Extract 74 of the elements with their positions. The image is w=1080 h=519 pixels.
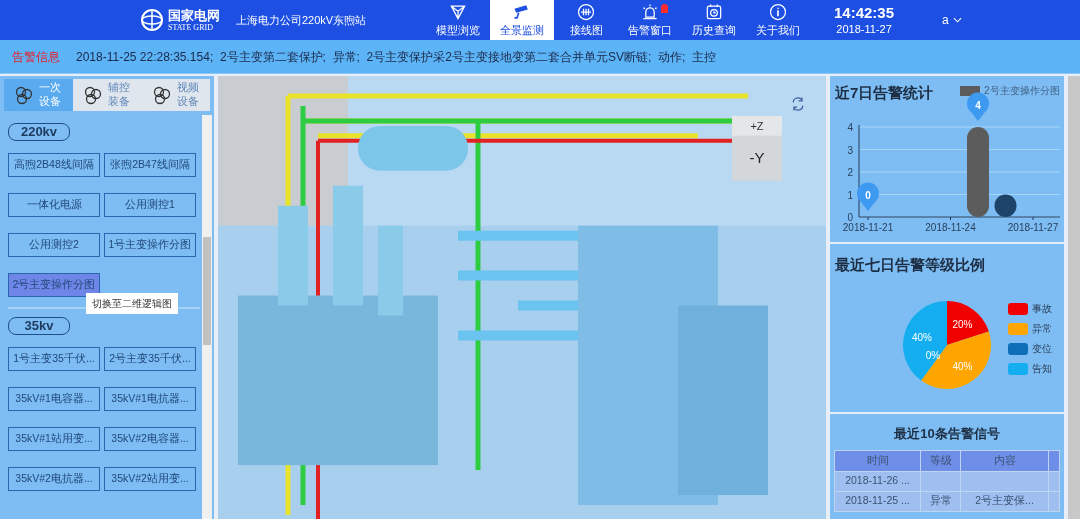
value-pin: 0 xyxy=(857,182,879,211)
table-cell: 2018-11-25 ... xyxy=(835,491,921,511)
slice-value-label: 40% xyxy=(952,361,973,373)
axis-tick-label: 2018-11-27 xyxy=(1007,222,1059,233)
annotation: 0 xyxy=(865,190,872,201)
device-button[interactable]: 1号主变35千伏... xyxy=(8,347,100,371)
legend-label: 异常 xyxy=(1032,322,1052,336)
scrollbar[interactable] xyxy=(202,115,212,519)
device-button[interactable]: 1号主变操作分图 xyxy=(104,233,196,257)
axis-tick-label: 3 xyxy=(847,144,853,156)
logo-text: 国家电网 xyxy=(168,8,220,22)
tooltip: 切换至二维逻辑图 xyxy=(86,293,178,314)
group-title: 35kv xyxy=(8,317,70,335)
nav-tab[interactable]: 全景监测 xyxy=(490,0,554,40)
nav-tab[interactable]: 历史查询 xyxy=(682,0,746,40)
chart-title: 近7日告警统计 xyxy=(835,83,934,103)
alarm-message: 2018-11-25 22:28:35.154; 2号主变第二套保护; 异常; 2号主变保护采2号主变接地变第二套合并单元SV断链; 动作; 主控 xyxy=(76,48,716,66)
device-button[interactable]: 张煦2B47线间隔 xyxy=(104,153,196,177)
alarm-label: 告警信息 xyxy=(12,48,60,66)
device-button[interactable]: 35kV#2站用变... xyxy=(104,467,196,491)
slice-value-label: 0% xyxy=(925,350,941,361)
table-cell: 异常 xyxy=(921,491,961,511)
nav-tab[interactable]: 接线图 xyxy=(554,0,618,40)
slice-value-label: 20% xyxy=(952,318,973,330)
axis-tick-label: 2018-11-24 xyxy=(925,222,976,233)
axis-tick-label: 1 xyxy=(847,189,853,201)
axis-tick-label: 2018-11-21 xyxy=(842,222,894,233)
device-button[interactable]: 35kV#2电抗器... xyxy=(8,467,100,491)
logo-subtext: STATE GRID xyxy=(168,23,214,32)
user-menu[interactable]: a xyxy=(942,11,962,29)
device-button[interactable]: 高煦2B48线间隔 xyxy=(8,153,100,177)
clock-date: 2018-11-27 xyxy=(836,22,892,37)
circles-icon xyxy=(151,85,172,105)
axis-tick-label: 0 xyxy=(847,212,853,223)
device-tab[interactable]: 一次设备 xyxy=(4,79,73,111)
device-button[interactable]: 一体化电源 xyxy=(8,193,100,217)
info-icon xyxy=(768,1,788,22)
device-button[interactable]: 35kV#1站用变... xyxy=(8,427,100,451)
scrollbar[interactable] xyxy=(1068,76,1080,519)
device-button[interactable]: 2号主变操作分图 xyxy=(8,273,100,297)
device-button[interactable]: 35kV#2电容器... xyxy=(104,427,196,451)
column-header: 时间 xyxy=(835,450,921,471)
column-header: 内容 xyxy=(961,450,1049,471)
column-header: 等级 xyxy=(921,450,961,471)
nav-tab[interactable]: 关于我们 xyxy=(746,0,810,40)
circuit-icon xyxy=(576,1,596,22)
circles-icon xyxy=(14,85,35,105)
station-name: 上海电力公司220kV东煦站 xyxy=(236,12,368,28)
device-button[interactable]: 公用测控2 xyxy=(8,233,100,257)
table-title: 最近10条告警信号 xyxy=(894,425,1000,443)
device-button[interactable]: 35kV#1电容器... xyxy=(8,387,100,411)
nav-tab[interactable]: 告警窗口 xyxy=(618,0,682,40)
caret-icon xyxy=(952,17,962,23)
table-cell: 2018-11-26 ... xyxy=(835,471,921,491)
legend-label: 变位 xyxy=(1032,342,1052,356)
cube-top-label: +Z xyxy=(749,118,765,134)
legend-label: 事故 xyxy=(1032,302,1052,316)
clock-time: 14:42:35 xyxy=(834,3,895,23)
device-button[interactable]: 35kV#1电抗器... xyxy=(104,387,196,411)
annotation: 4 xyxy=(975,100,982,111)
cube-front-label: -Y xyxy=(748,148,766,169)
rotate-icon[interactable] xyxy=(790,96,806,112)
device-button[interactable]: 公用测控1 xyxy=(104,193,196,217)
legend-label: 告知 xyxy=(1032,362,1052,376)
axis-tick-label: 4 xyxy=(847,122,853,133)
chart-title: 最近七日告警等级比例 xyxy=(835,255,985,275)
group-title: 220kv xyxy=(8,123,70,141)
globe-logo-icon xyxy=(140,8,164,32)
slice-value-label: 40% xyxy=(911,331,932,343)
device-button[interactable]: 2号主变35千伏... xyxy=(104,347,196,371)
nav-tab[interactable]: 模型浏览 xyxy=(426,0,490,40)
axis-tick-label: 2 xyxy=(847,167,853,178)
table-cell: 2号主变保... xyxy=(961,491,1049,511)
circles-icon xyxy=(83,85,103,105)
